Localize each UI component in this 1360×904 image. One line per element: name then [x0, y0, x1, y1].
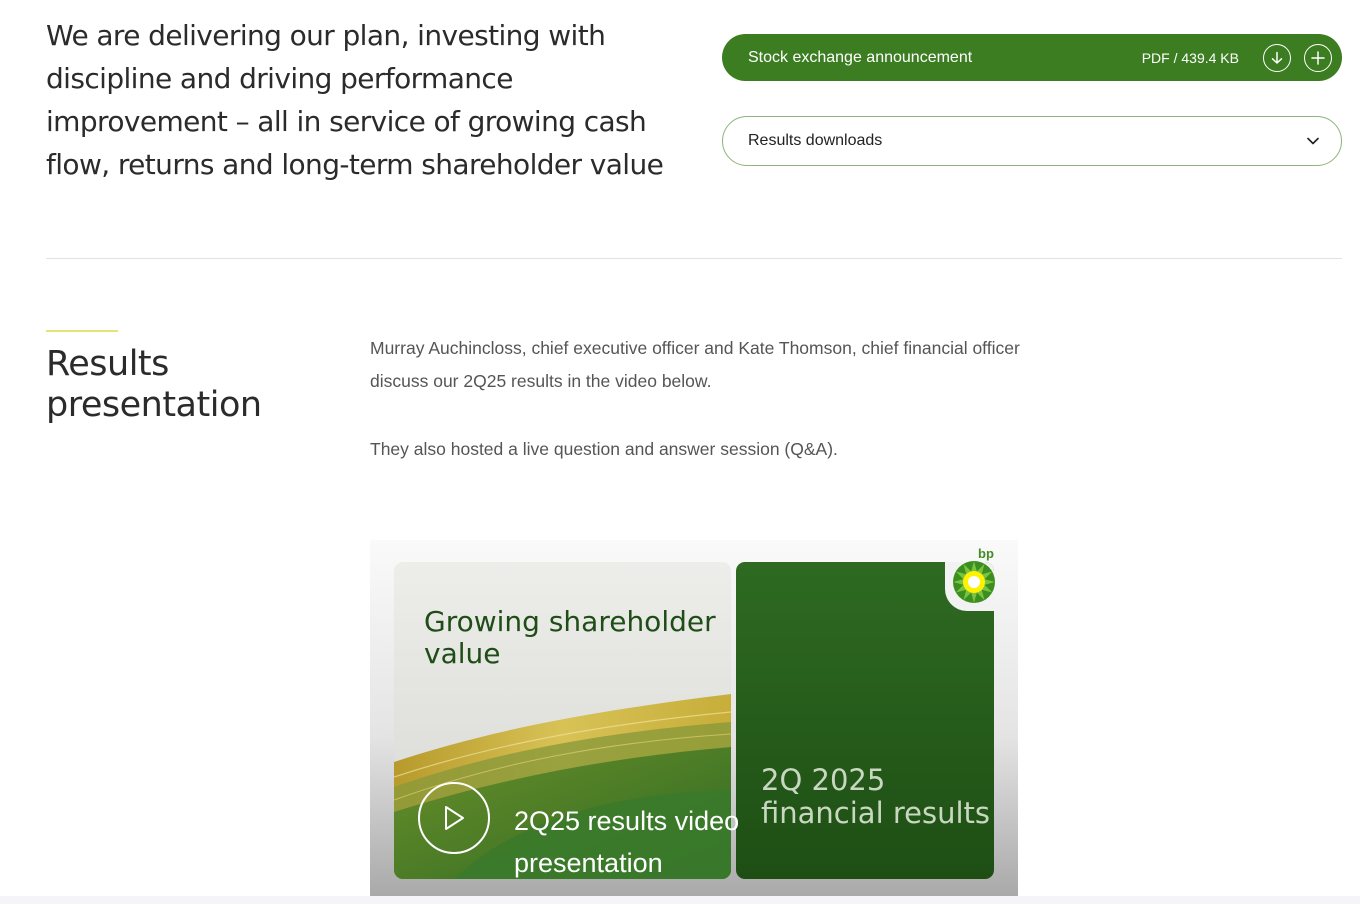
video-caption: 2Q25 results video presentation	[514, 806, 740, 878]
play-button[interactable]	[418, 782, 490, 854]
play-icon	[445, 806, 464, 830]
section-title: Results presentation	[46, 344, 262, 425]
plus-icon[interactable]	[1304, 43, 1332, 72]
stock-exchange-announcement-button[interactable]: Stock exchange announcement PDF / 439.4 …	[722, 34, 1342, 81]
thumbnail-right-title: 2Q 2025 financial results	[761, 763, 990, 830]
title-accent-line	[46, 330, 118, 332]
bottom-strip	[0, 896, 1360, 904]
section-divider	[46, 258, 1342, 259]
intro-statement: We are delivering our plan, investing wi…	[46, 19, 664, 181]
announcement-label: Stock exchange announcement	[748, 48, 973, 66]
section-description: Murray Auchincloss, chief executive offi…	[370, 332, 1030, 466]
chevron-down-icon	[1307, 132, 1319, 150]
video-thumbnail-right-card: 2Q 2025 financial results	[736, 562, 994, 879]
video-player[interactable]: Growing shareholder value 2Q 2025 financ…	[370, 540, 1018, 896]
file-meta: PDF / 439.4 KB	[1141, 49, 1239, 66]
description-paragraph: Murray Auchincloss, chief executive offi…	[370, 338, 1020, 391]
page: We are delivering our plan, investing wi…	[0, 0, 1360, 904]
description-paragraph: They also hosted a live question and ans…	[370, 439, 838, 459]
results-downloads-dropdown[interactable]: Results downloads	[722, 116, 1342, 166]
bp-helios-logo-icon	[953, 561, 995, 603]
download-icon[interactable]	[1263, 43, 1291, 72]
thumbnail-left-title: Growing shareholder value	[424, 605, 716, 670]
dropdown-label: Results downloads	[748, 132, 883, 149]
